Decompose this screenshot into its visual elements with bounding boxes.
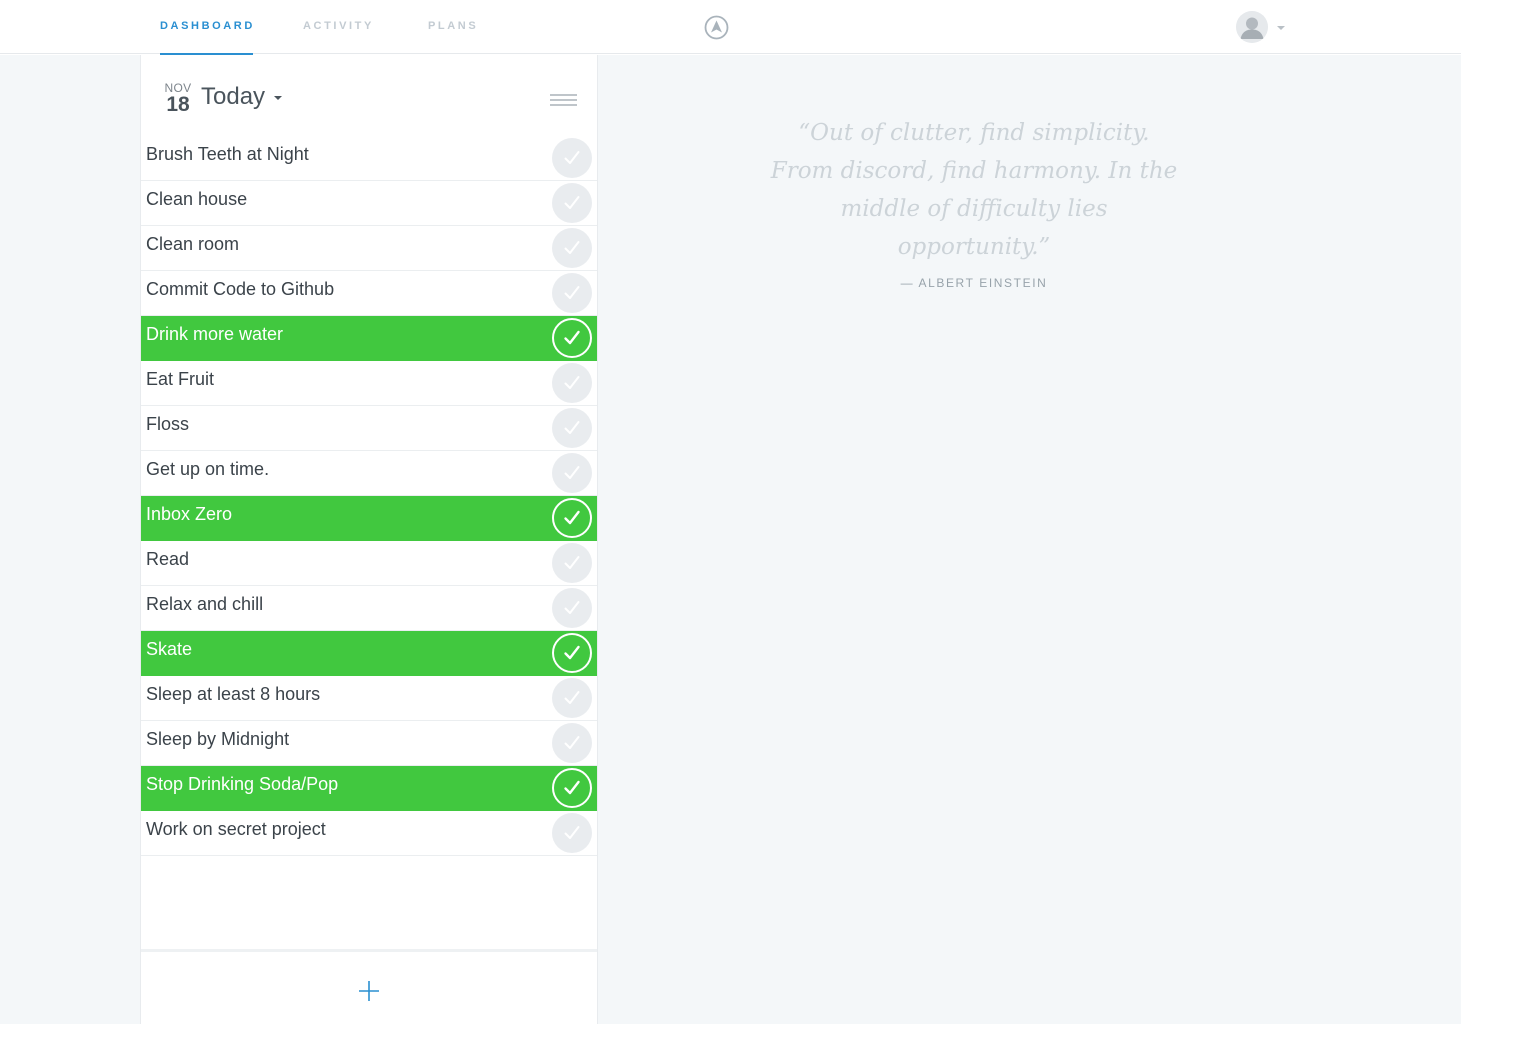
habit-row[interactable]: Clean room	[141, 226, 597, 271]
habit-name: Clean house	[146, 189, 248, 209]
account-menu-caret-icon[interactable]	[1277, 26, 1285, 30]
habit-name: Clean room	[146, 234, 240, 254]
chevron-down-icon	[274, 95, 283, 100]
habit-row[interactable]: Floss	[141, 406, 597, 451]
checkmark-icon[interactable]	[552, 318, 592, 358]
habit-name: Brush Teeth at Night	[146, 144, 309, 164]
habit-row[interactable]: Drink more water	[141, 316, 597, 361]
period-dropdown[interactable]: Today	[201, 83, 283, 111]
habit-row[interactable]: Work on secret project	[141, 811, 597, 856]
habit-name: Drink more water	[146, 324, 284, 344]
habit-row[interactable]: Commit Code to Github	[141, 271, 597, 316]
checkmark-icon[interactable]	[552, 813, 592, 853]
quote-line: opportunity.”	[897, 234, 1051, 260]
habit-row[interactable]: Sleep by Midnight	[141, 721, 597, 766]
checkmark-icon[interactable]	[552, 498, 592, 538]
habit-row[interactable]: Stop Drinking Soda/Pop	[141, 766, 597, 811]
habit-name: Work on secret project	[146, 819, 326, 839]
checkmark-icon[interactable]	[552, 273, 592, 313]
checkmark-icon[interactable]	[552, 408, 592, 448]
checkmark-icon[interactable]	[552, 678, 592, 718]
habit-row[interactable]: Sleep at least 8 hours	[141, 676, 597, 721]
habit-row[interactable]: Brush Teeth at Night	[141, 136, 597, 181]
checkmark-icon[interactable]	[552, 543, 592, 583]
habit-row[interactable]: Inbox Zero	[141, 496, 597, 541]
habit-name: Get up on time.	[146, 459, 270, 479]
user-avatar-icon[interactable]	[1236, 11, 1268, 43]
habit-name: Read	[146, 549, 190, 569]
habit-row[interactable]: Clean house	[141, 181, 597, 226]
panel-footer	[141, 949, 597, 1024]
period-label: Today	[201, 83, 266, 110]
checkmark-icon[interactable]	[552, 363, 592, 403]
habit-list: Brush Teeth at Night Clean house Clean roo…	[141, 136, 597, 856]
habit-name: Skate	[146, 639, 193, 659]
quote-line: middle of difficulty lies	[840, 196, 1108, 222]
checkmark-icon[interactable]	[552, 453, 592, 493]
inspirational-quote: “Out of clutter, find simplicity. From d…	[742, 114, 1206, 266]
habit-row[interactable]: Relax and chill	[141, 586, 597, 631]
habit-row[interactable]: Get up on time.	[141, 451, 597, 496]
quote-author: — ALBERT EINSTEIN	[900, 276, 1048, 290]
tab-dashboard[interactable]: DASHBOARD	[160, 0, 253, 55]
tab-activity[interactable]: ACTIVITY	[303, 0, 374, 54]
habit-name: Sleep by Midnight	[146, 729, 290, 749]
habit-name: Floss	[146, 414, 190, 434]
top-navigation: DASHBOARD ACTIVITY PLANS	[0, 0, 1461, 55]
habit-row[interactable]: Skate	[141, 631, 597, 676]
checkmark-icon[interactable]	[552, 138, 592, 178]
checkmark-icon[interactable]	[552, 723, 592, 763]
hamburger-menu-icon[interactable]	[550, 94, 577, 110]
quote-line: From discord, find harmony. In the	[770, 158, 1178, 184]
habit-name: Relax and chill	[146, 594, 264, 614]
habit-name: Sleep at least 8 hours	[146, 684, 321, 704]
date-display: NOV 18	[161, 82, 195, 116]
checkmark-icon[interactable]	[552, 768, 592, 808]
add-habit-button[interactable]	[358, 980, 380, 1002]
checkmark-icon[interactable]	[552, 588, 592, 628]
app-root: DASHBOARD ACTIVITY PLANS NOV 18 Today Br…	[0, 0, 1534, 1050]
logo-icon[interactable]	[704, 15, 729, 40]
checkmark-icon[interactable]	[552, 633, 592, 673]
quote-line: “Out of clutter, find simplicity.	[798, 120, 1150, 146]
checkmark-icon[interactable]	[552, 228, 592, 268]
habits-panel: NOV 18 Today Brush Teeth at Night Clean h…	[140, 55, 598, 1024]
habit-name: Stop Drinking Soda/Pop	[146, 774, 339, 794]
habit-name: Commit Code to Github	[146, 279, 335, 299]
checkmark-icon[interactable]	[552, 183, 592, 223]
habit-row[interactable]: Eat Fruit	[141, 361, 597, 406]
habit-name: Inbox Zero	[146, 504, 233, 524]
plus-icon	[359, 981, 379, 1001]
habit-row[interactable]: Read	[141, 541, 597, 586]
tab-plans[interactable]: PLANS	[428, 0, 478, 54]
date-day: 18	[166, 93, 190, 116]
habit-name: Eat Fruit	[146, 369, 215, 389]
